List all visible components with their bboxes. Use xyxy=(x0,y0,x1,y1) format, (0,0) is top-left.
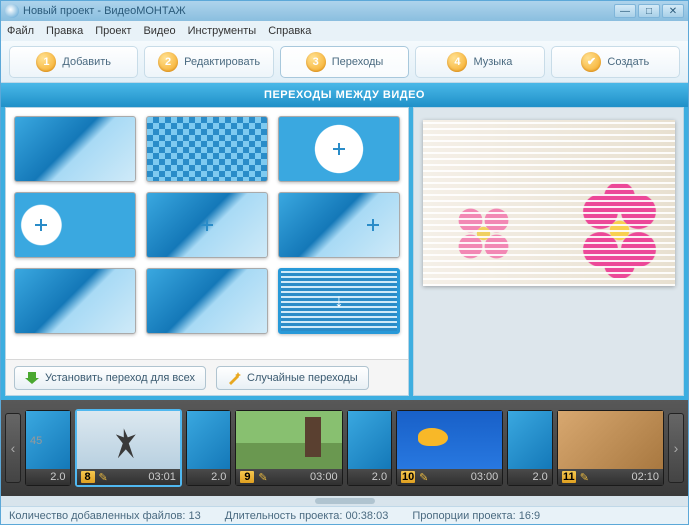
transition-thumb-selected[interactable]: ↓ xyxy=(278,268,400,334)
clip-number: 8 xyxy=(81,471,95,483)
video-clip[interactable]: 11 ✎ 02:10 xyxy=(557,410,664,486)
timeline-prev-button[interactable]: ‹ xyxy=(5,413,21,483)
tab-label: Музыка xyxy=(473,56,512,68)
transition-thumb[interactable] xyxy=(146,192,268,258)
tab-transitions[interactable]: 3 Переходы xyxy=(280,46,409,78)
transition-duration: 2.0 xyxy=(50,471,65,483)
transition-actions: Установить переход для всех Случайные пе… xyxy=(6,359,408,395)
edit-icon[interactable]: ✎ xyxy=(580,471,589,484)
video-clip[interactable]: 10 ✎ 03:00 xyxy=(396,410,503,486)
tab-add[interactable]: 1 Добавить xyxy=(9,46,138,78)
menu-project[interactable]: Проект xyxy=(95,25,131,37)
menu-help[interactable]: Справка xyxy=(268,25,311,37)
step-tabs: 1 Добавить 2 Редактировать 3 Переходы 4 Музы… xyxy=(1,41,688,83)
content-area: ↓ Установить переход для всех Случайные … xyxy=(1,107,688,400)
app-window: Новый проект - ВидеоМОНТАЖ — □ ✕ Файл Пр… xyxy=(0,0,689,525)
clip-duration: 03:01 xyxy=(148,471,176,483)
apply-all-button[interactable]: Установить переход для всех xyxy=(14,366,206,390)
download-icon xyxy=(25,371,39,385)
tab-create[interactable]: ✔ Создать xyxy=(551,46,680,78)
tab-edit[interactable]: 2 Редактировать xyxy=(144,46,273,78)
transition-thumb[interactable] xyxy=(14,116,136,182)
titlebar: Новый проект - ВидеоМОНТАЖ — □ ✕ xyxy=(1,1,688,21)
app-icon xyxy=(5,4,19,18)
transition-clip[interactable]: 2.0 xyxy=(186,410,232,486)
edit-icon[interactable]: ✎ xyxy=(99,471,108,484)
menu-file[interactable]: Файл xyxy=(7,25,34,37)
step-1-icon: 1 xyxy=(36,52,56,72)
wand-icon xyxy=(227,371,241,385)
statusbar: Количество добавленных файлов: 13 Длител… xyxy=(1,506,688,524)
timeline-items[interactable]: 452.0 8✎03:01 2.0 9✎03:00 2.0 10✎03:00 xyxy=(21,409,668,487)
step-2-icon: 2 xyxy=(158,52,178,72)
clip-duration: 03:00 xyxy=(471,471,499,483)
clip-number: 11 xyxy=(562,471,576,483)
tab-label: Редактировать xyxy=(184,56,260,68)
transition-clip[interactable]: 2.0 xyxy=(347,410,393,486)
clip-duration: 03:00 xyxy=(310,471,338,483)
transition-duration: 2.0 xyxy=(372,471,387,483)
transition-clip[interactable]: 452.0 xyxy=(25,410,71,486)
step-3-icon: 3 xyxy=(306,52,326,72)
minimize-button[interactable]: — xyxy=(614,4,636,18)
tab-label: Переходы xyxy=(332,56,384,68)
video-clip[interactable]: 9 ✎ 03:00 xyxy=(235,410,342,486)
menubar: Файл Правка Проект Видео Инструменты Спр… xyxy=(1,21,688,41)
tab-label: Добавить xyxy=(62,56,111,68)
preview-image xyxy=(423,120,675,286)
transitions-grid[interactable]: ↓ xyxy=(6,108,408,359)
transition-duration: 2.0 xyxy=(211,471,226,483)
check-icon: ✔ xyxy=(581,52,601,72)
button-label: Установить переход для всех xyxy=(45,372,195,384)
transition-thumb[interactable] xyxy=(146,116,268,182)
timeline: ‹ 452.0 8✎03:01 2.0 9✎03:00 2.0 xyxy=(1,400,688,496)
close-button[interactable]: ✕ xyxy=(662,4,684,18)
preview-panel xyxy=(413,107,684,396)
transitions-panel: ↓ Установить переход для всех Случайные … xyxy=(5,107,409,396)
timeline-next-button[interactable]: › xyxy=(668,413,684,483)
tab-music[interactable]: 4 Музыка xyxy=(415,46,544,78)
edit-icon[interactable]: ✎ xyxy=(258,471,267,484)
menu-edit[interactable]: Правка xyxy=(46,25,83,37)
clip-number: 9 xyxy=(240,471,254,483)
status-files: Количество добавленных файлов: 13 xyxy=(9,510,201,522)
edit-icon[interactable]: ✎ xyxy=(419,471,428,484)
clip-index: 45 xyxy=(30,435,42,447)
transition-duration: 2.0 xyxy=(533,471,548,483)
clip-number: 10 xyxy=(401,471,415,483)
step-4-icon: 4 xyxy=(447,52,467,72)
video-clip[interactable]: 8 ✎ 03:01 xyxy=(75,409,182,487)
section-banner: ПЕРЕХОДЫ МЕЖДУ ВИДЕО xyxy=(1,83,688,107)
button-label: Случайные переходы xyxy=(247,372,358,384)
menu-tools[interactable]: Инструменты xyxy=(188,25,257,37)
window-title: Новый проект - ВидеоМОНТАЖ xyxy=(23,5,614,17)
status-ratio: Пропорции проекта: 16:9 xyxy=(412,510,540,522)
menu-video[interactable]: Видео xyxy=(143,25,175,37)
random-button[interactable]: Случайные переходы xyxy=(216,366,369,390)
maximize-button[interactable]: □ xyxy=(638,4,660,18)
transition-thumb[interactable] xyxy=(146,268,268,334)
transition-thumb[interactable] xyxy=(278,116,400,182)
transition-thumb[interactable] xyxy=(14,268,136,334)
transition-thumb[interactable] xyxy=(278,192,400,258)
clip-duration: 02:10 xyxy=(631,471,659,483)
status-duration: Длительность проекта: 00:38:03 xyxy=(225,510,389,522)
tab-label: Создать xyxy=(607,56,649,68)
timeline-scrollbar[interactable] xyxy=(1,496,688,506)
transition-thumb[interactable] xyxy=(14,192,136,258)
transition-clip[interactable]: 2.0 xyxy=(507,410,553,486)
